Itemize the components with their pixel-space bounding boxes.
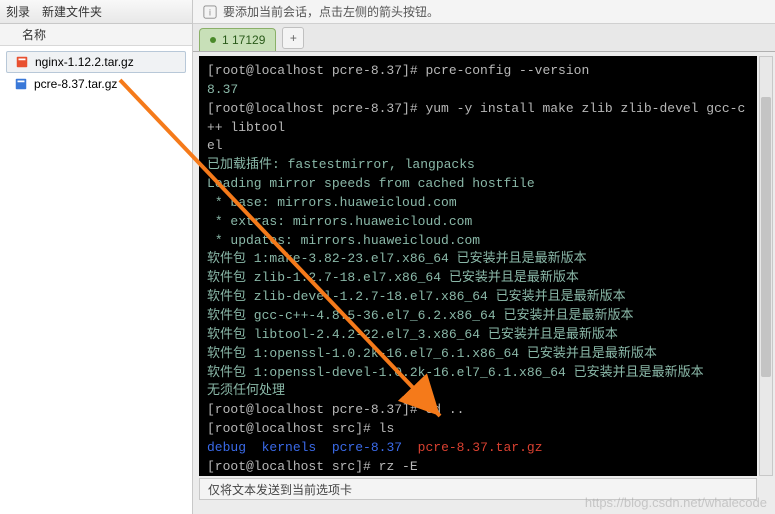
left-toolbar: 刻录 新建文件夹 xyxy=(0,0,192,24)
terminal-line: 8.37 xyxy=(207,81,749,100)
svg-text:i: i xyxy=(209,7,211,17)
vertical-scrollbar[interactable] xyxy=(759,56,773,476)
archive-icon xyxy=(14,77,28,91)
burn-button[interactable]: 刻录 xyxy=(6,3,30,20)
terminal-line: 软件包 1:openssl-1.0.2k-16.el7_6.1.x86_64 已… xyxy=(207,345,749,364)
terminal-line: 软件包 libtool-2.4.2-22.el7_3.x86_64 已安装并且是… xyxy=(207,326,749,345)
terminal-line: el xyxy=(207,137,749,156)
add-tab-button[interactable]: + xyxy=(282,27,304,49)
terminal-line: * base: mirrors.huaweicloud.com xyxy=(207,194,749,213)
info-icon: i xyxy=(203,5,217,19)
archive-icon xyxy=(15,55,29,69)
file-list: nginx-1.12.2.tar.gz pcre-8.37.tar.gz xyxy=(0,46,192,99)
terminal-line: 软件包 1:make-3.82-23.el7.x86_64 已安装并且是最新版本 xyxy=(207,250,749,269)
terminal-line: * extras: mirrors.huaweicloud.com xyxy=(207,213,749,232)
status-dot-icon xyxy=(210,37,216,43)
tab-strip: 1 17129 + xyxy=(193,24,775,52)
tab-label: 1 17129 xyxy=(222,33,265,47)
terminal-line: [root@localhost pcre-8.37]# pcre-config … xyxy=(207,62,749,81)
terminal[interactable]: [root@localhost pcre-8.37]# pcre-config … xyxy=(199,56,757,476)
file-name: nginx-1.12.2.tar.gz xyxy=(35,55,134,69)
new-folder-button[interactable]: 新建文件夹 xyxy=(42,3,102,20)
terminal-line: 软件包 zlib-1.2.7-18.el7.x86_64 已安装并且是最新版本 xyxy=(207,269,749,288)
terminal-line: [root@localhost src]# ls xyxy=(207,420,749,439)
right-area: i 要添加当前会话，点击左侧的箭头按钮。 1 17129 + [root@loc… xyxy=(193,0,775,514)
status-text: 仅将文本发送到当前选项卡 xyxy=(208,481,352,498)
terminal-line: Loading mirror speeds from cached hostfi… xyxy=(207,175,749,194)
scroll-thumb[interactable] xyxy=(761,97,771,377)
terminal-line: [root@localhost pcre-8.37]# cd .. xyxy=(207,401,749,420)
file-item[interactable]: nginx-1.12.2.tar.gz xyxy=(6,51,186,73)
status-bar: 仅将文本发送到当前选项卡 xyxy=(199,478,757,500)
terminal-line: 软件包 zlib-devel-1.2.7-18.el7.x86_64 已安装并且… xyxy=(207,288,749,307)
terminal-line: [root@localhost src]# rz -E xyxy=(207,458,749,476)
file-manager-panel: 刻录 新建文件夹 名称 nginx-1.12.2.tar.gz pcre-8.37… xyxy=(0,0,193,514)
file-name: pcre-8.37.tar.gz xyxy=(34,77,117,91)
terminal-line: 软件包 gcc-c++-4.8.5-36.el7_6.2.x86_64 已安装并… xyxy=(207,307,749,326)
hint-text: 要添加当前会话，点击左侧的箭头按钮。 xyxy=(223,3,439,20)
terminal-line: 软件包 1:openssl-devel-1.0.2k-16.el7_6.1.x8… xyxy=(207,364,749,383)
terminal-line: [root@localhost pcre-8.37]# yum -y insta… xyxy=(207,100,749,138)
terminal-line: * updates: mirrors.huaweicloud.com xyxy=(207,232,749,251)
hint-bar: i 要添加当前会话，点击左侧的箭头按钮。 xyxy=(193,0,775,24)
tab-session-1[interactable]: 1 17129 xyxy=(199,28,276,51)
terminal-line: 无须任何处理 xyxy=(207,382,749,401)
file-item[interactable]: pcre-8.37.tar.gz xyxy=(6,74,186,94)
terminal-line: debug kernels pcre-8.37 pcre-8.37.tar.gz xyxy=(207,439,749,458)
column-header-name[interactable]: 名称 xyxy=(0,24,192,46)
terminal-line: 已加载插件: fastestmirror, langpacks xyxy=(207,156,749,175)
